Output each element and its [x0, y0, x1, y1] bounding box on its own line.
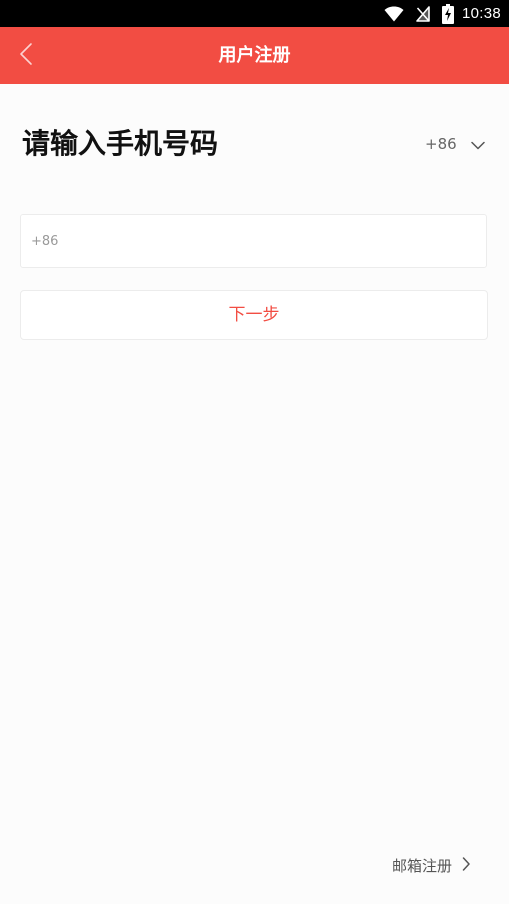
app-bar: 用户注册 — [0, 27, 509, 84]
back-button[interactable] — [6, 27, 46, 84]
battery-charging-icon — [441, 3, 454, 24]
phone-field — [20, 214, 487, 268]
chevron-down-icon — [470, 135, 485, 154]
next-button[interactable]: 下一步 — [20, 290, 488, 340]
status-icons: 10:38 — [384, 0, 501, 27]
country-code-selector[interactable]: +86 — [418, 128, 492, 160]
chevron-right-icon — [462, 856, 470, 875]
wifi-icon — [384, 6, 404, 22]
country-code-label: +86 — [425, 135, 457, 153]
chevron-left-icon — [19, 42, 33, 70]
page-title: 请输入手机号码 — [22, 127, 219, 160]
email-register-label: 邮箱注册 — [392, 856, 453, 875]
email-register-link[interactable]: 邮箱注册 — [386, 850, 482, 880]
phone-number-input[interactable] — [21, 215, 486, 267]
no-signal-icon — [416, 5, 430, 22]
status-clock: 10:38 — [461, 5, 501, 22]
app-title: 用户注册 — [218, 45, 291, 66]
status-bar: 10:38 — [0, 0, 509, 27]
